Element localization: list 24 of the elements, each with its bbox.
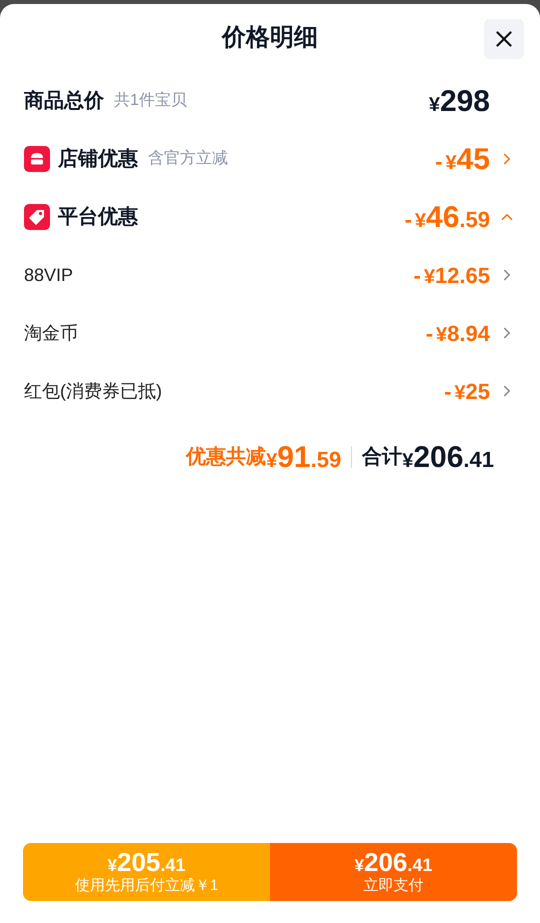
- row-note: 含官方立减: [148, 148, 228, 169]
- discount-label: 优惠共减: [186, 445, 266, 470]
- price: -¥25: [444, 378, 490, 406]
- row-note: 共1件宝贝: [114, 90, 187, 111]
- pay-later-button[interactable]: ¥205.41 使用先用后付立减￥1: [23, 843, 270, 901]
- price: -¥46.59: [404, 200, 490, 236]
- row-label: 商品总价: [24, 88, 104, 114]
- price: ¥206.41: [402, 440, 494, 476]
- row-label: 淘金币: [24, 322, 78, 344]
- row-label: 红包(消费券已抵): [24, 380, 162, 403]
- total-label: 合计: [362, 445, 402, 470]
- price: -¥12.65: [413, 262, 490, 290]
- row-label: 店铺优惠: [58, 146, 138, 172]
- sheet-title: 价格明细: [222, 23, 318, 53]
- price: -¥45: [435, 142, 490, 178]
- price: ¥298: [428, 84, 490, 120]
- row-label: 平台优惠: [58, 205, 138, 230]
- close-button[interactable]: [484, 19, 524, 59]
- price: -¥8.94: [426, 320, 490, 348]
- row-label: 88VIP: [24, 264, 74, 286]
- price: ¥91.59: [266, 440, 342, 476]
- tag-icon: [24, 204, 50, 230]
- store-icon: [24, 146, 50, 172]
- pay-now-button[interactable]: ¥206.41 立即支付: [270, 843, 517, 901]
